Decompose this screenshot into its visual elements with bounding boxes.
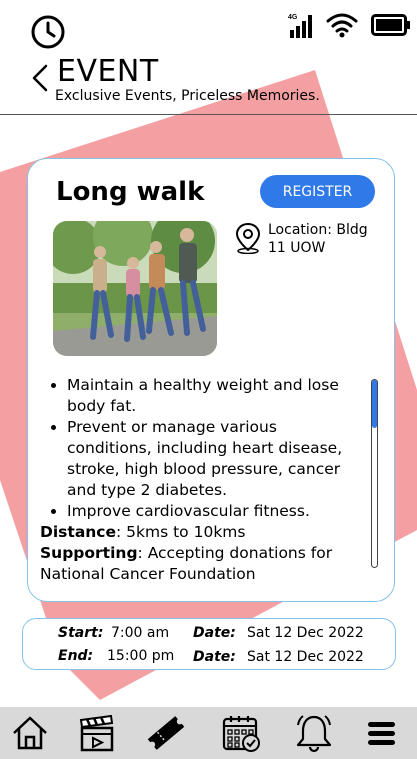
calendar-check-icon[interactable] [221,713,261,753]
menu-icon[interactable] [362,713,402,753]
wifi-icon [326,13,358,38]
end-label: End: [58,648,94,664]
distance-line: Distance: 5kms to 10kms [40,522,365,543]
supporting-line: Supporting: Accepting donations for Nati… [40,543,365,585]
start-label: Start: [58,625,104,641]
benefit-item: Maintain a healthy weight and lose body … [67,375,365,417]
start-date: Sat 12 Dec 2022 [247,625,364,641]
home-icon[interactable] [10,713,50,753]
clock-icon [31,15,65,49]
network-label: 4G [288,14,298,21]
event-photo [53,221,217,356]
location-pin-icon [235,222,261,254]
bell-icon[interactable] [294,713,334,753]
supporting-label: Supporting [40,544,138,562]
benefit-item: Prevent or manage various conditions, in… [67,417,365,501]
benefit-item: Improve cardiovascular fitness. [67,501,365,522]
ticket-icon[interactable] [146,713,186,753]
battery-icon [371,14,410,36]
page-title: EVENT [57,54,159,89]
event-name: Long walk [56,177,205,207]
end-date-label: Date: [193,649,236,665]
movie-clapper-icon[interactable] [77,713,117,753]
distance-value: : 5kms to 10kms [116,523,246,541]
distance-label: Distance [40,523,117,541]
end-time: 15:00 pm [107,648,175,664]
scrollbar-thumb[interactable] [372,380,377,428]
back-chevron-icon[interactable] [30,64,50,92]
register-button[interactable]: REGISTER [260,175,375,208]
page-subtitle: Exclusive Events, Priceless Memories. [55,88,320,104]
end-date: Sat 12 Dec 2022 [247,649,364,665]
event-location: Location: Bldg 11 UOW [268,222,368,256]
header-divider [0,114,417,115]
benefits-list: Maintain a healthy weight and lose body … [40,375,365,522]
bottom-nav [0,707,417,759]
signal-4g-icon: 4G [288,14,312,38]
start-date-label: Date: [193,625,236,641]
event-description: Maintain a healthy weight and lose body … [40,375,365,585]
start-time: 7:00 am [111,625,170,641]
